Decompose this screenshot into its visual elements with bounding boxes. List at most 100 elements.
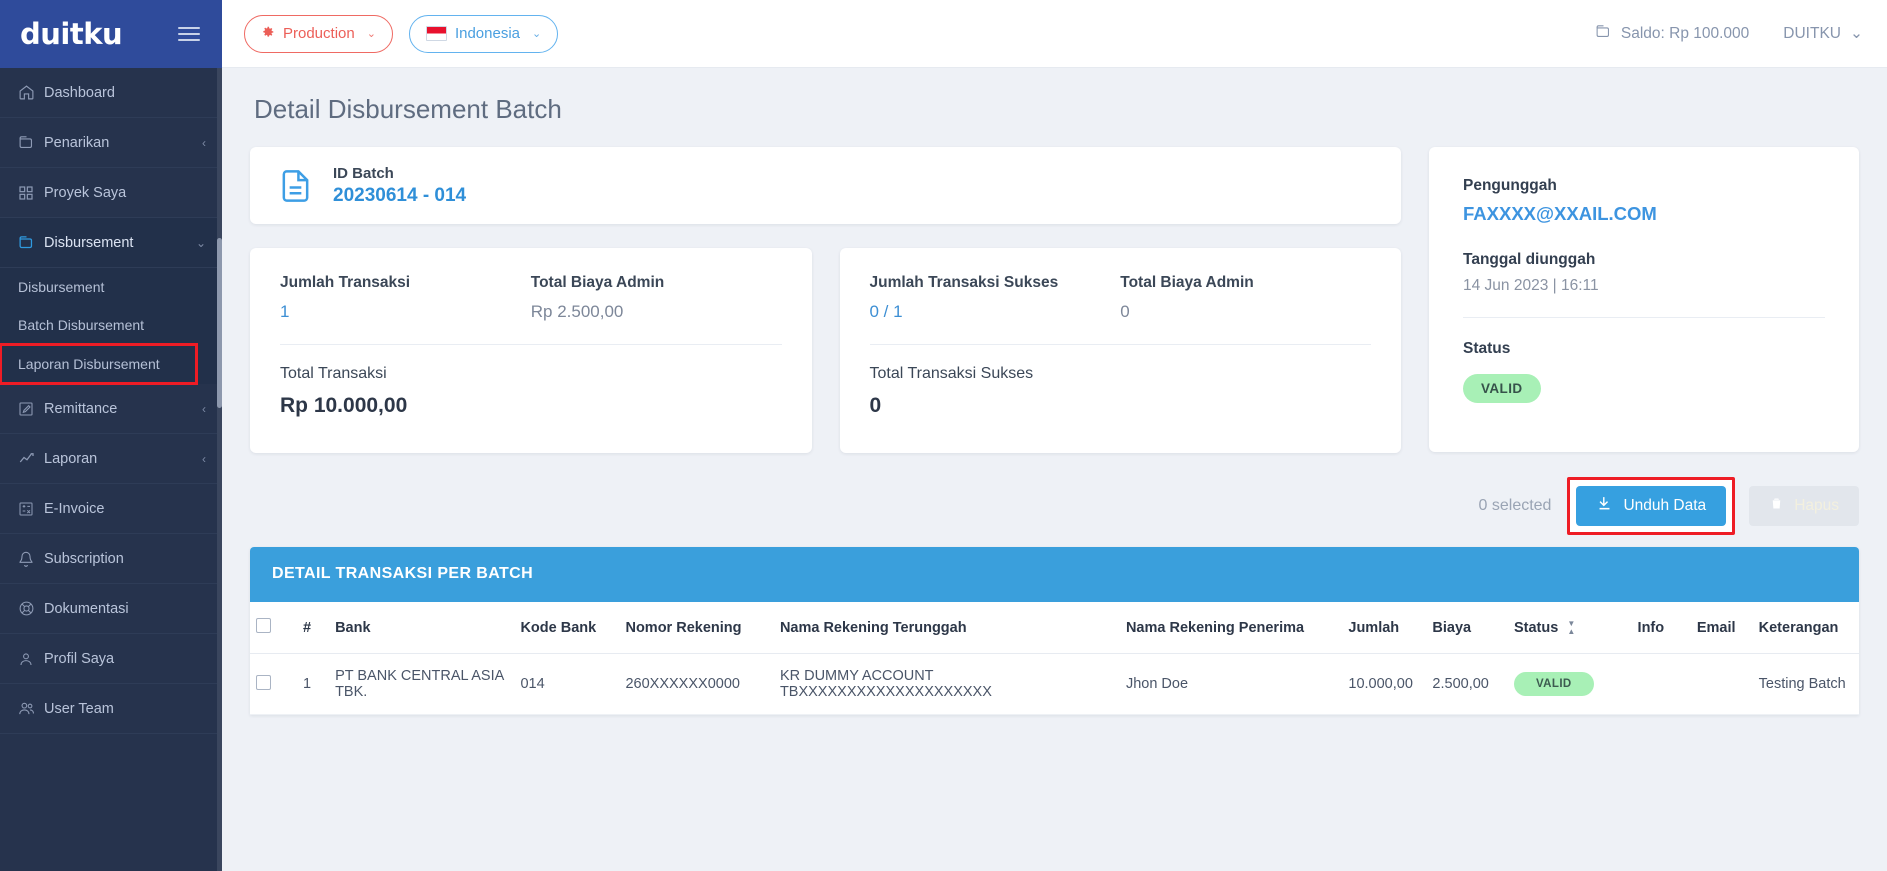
sort-icon[interactable]: ▼ ▲ bbox=[1567, 620, 1575, 636]
sidebar-item-label: Disbursement bbox=[44, 234, 134, 251]
indonesia-flag-icon bbox=[425, 26, 447, 41]
stat-total-value: Rp 10.000,00 bbox=[280, 394, 408, 417]
transactions-table: # Bank Kode Bank Nomor Rekening Nama Rek… bbox=[250, 602, 1859, 715]
id-batch-label: ID Batch bbox=[333, 164, 394, 182]
lifebuoy-icon bbox=[18, 600, 44, 617]
column-biaya[interactable]: Biaya bbox=[1426, 602, 1508, 654]
page-title: Detail Disbursement Batch bbox=[254, 94, 562, 124]
table-title: DETAIL TRANSAKSI PER BATCH bbox=[250, 547, 1859, 602]
uploader-email[interactable]: FAXXXX@XXAIL.COM bbox=[1463, 203, 1825, 225]
sidebar-submenu-disbursement: Disbursement Batch Disbursement Laporan … bbox=[0, 268, 222, 385]
column-keterangan[interactable]: Keterangan bbox=[1752, 602, 1859, 654]
uploader-label: Pengunggah bbox=[1463, 177, 1557, 194]
uploader-card: Pengunggah FAXXXX@XXAIL.COM Tanggal diun… bbox=[1429, 147, 1859, 452]
column-nama-rekening-penerima[interactable]: Nama Rekening Penerima bbox=[1119, 602, 1343, 654]
row-checkbox[interactable] bbox=[256, 674, 271, 690]
stat-card-top: Jumlah Transaksi 1 Total Biaya Admin Rp … bbox=[280, 274, 782, 322]
unduh-data-button[interactable]: Unduh Data bbox=[1576, 486, 1727, 526]
column-status-label: Status bbox=[1513, 619, 1559, 636]
grid-icon bbox=[18, 185, 44, 201]
topbar: Production ⌄ Indonesia ⌄ Saldo: Rp 100.0… bbox=[222, 0, 1887, 68]
sidebar-item-laporan[interactable]: Laporan ‹ bbox=[0, 434, 222, 484]
gear-icon bbox=[261, 25, 275, 43]
sidebar-scrollbar-thumb[interactable] bbox=[217, 238, 222, 408]
status-label: Status bbox=[1463, 340, 1511, 357]
sidebar-item-label: User Team bbox=[44, 700, 114, 717]
sidebar-item-penarikan[interactable]: Penarikan ‹ bbox=[0, 118, 222, 168]
column-status[interactable]: Status ▼ ▲ bbox=[1507, 602, 1632, 654]
chevron-down-icon: ⌄ bbox=[532, 28, 542, 40]
sidebar-item-label: Dashboard bbox=[44, 84, 115, 101]
stat-total-value: 0 bbox=[869, 394, 882, 417]
sidebar-subitem-disbursement[interactable]: Disbursement bbox=[0, 268, 222, 306]
cell-jumlah: 10.000,00 bbox=[1342, 653, 1427, 715]
line-chart-icon bbox=[18, 450, 44, 468]
column-jumlah[interactable]: Jumlah bbox=[1342, 602, 1427, 654]
upload-date-label: Tanggal diunggah bbox=[1463, 251, 1596, 268]
stat-card-transaksi-sukses: Jumlah Transaksi Sukses 0 / 1 Total Biay… bbox=[839, 248, 1401, 453]
sidebar-item-disbursement[interactable]: Disbursement ⌄ bbox=[0, 218, 222, 268]
table-header: # Bank Kode Bank Nomor Rekening Nama Rek… bbox=[250, 602, 1859, 654]
upload-date-value: 14 Jun 2023 | 16:11 bbox=[1463, 277, 1599, 294]
column-nomor-rekening[interactable]: Nomor Rekening bbox=[619, 602, 774, 654]
select-all-header bbox=[250, 602, 297, 654]
home-icon bbox=[18, 84, 44, 101]
stat-label: Total Biaya Admin bbox=[1120, 274, 1254, 291]
sidebar: duitku Dashboard Penarikan ‹ Proyek Saya… bbox=[0, 0, 222, 871]
download-icon bbox=[1596, 495, 1613, 517]
country-selector[interactable]: Indonesia ⌄ bbox=[408, 14, 559, 53]
sidebar-item-subscription[interactable]: Subscription bbox=[0, 534, 222, 584]
sidebar-item-proyek-saya[interactable]: Proyek Saya bbox=[0, 168, 222, 218]
sidebar-item-dokumentasi[interactable]: Dokumentasi bbox=[0, 584, 222, 634]
chevron-left-icon: ‹ bbox=[202, 401, 206, 416]
column-bank[interactable]: Bank bbox=[329, 602, 515, 654]
sidebar-scrollbar-track[interactable] bbox=[217, 68, 222, 871]
sidebar-item-label: Laporan bbox=[44, 450, 98, 467]
sidebar-item-label: Subscription bbox=[44, 550, 124, 567]
sidebar-item-dashboard[interactable]: Dashboard bbox=[0, 68, 222, 118]
country-label: Indonesia bbox=[454, 25, 520, 42]
summary-left-column: ID Batch 20230614 - 014 Jumlah Transaksi… bbox=[250, 147, 1401, 453]
chevron-left-icon: ‹ bbox=[202, 451, 206, 466]
stat-card-transaksi: Jumlah Transaksi 1 Total Biaya Admin Rp … bbox=[250, 248, 812, 453]
column-nama-rekening-terunggah[interactable]: Nama Rekening Terunggah bbox=[773, 602, 1120, 654]
sidebar-item-remittance[interactable]: Remittance ‹ bbox=[0, 384, 222, 434]
id-batch-text: ID Batch 20230614 - 014 bbox=[333, 165, 466, 207]
column-kode-bank[interactable]: Kode Bank bbox=[514, 602, 620, 654]
hapus-label: Hapus bbox=[1794, 497, 1839, 514]
column-index[interactable]: # bbox=[296, 602, 330, 654]
sidebar-nav: Dashboard Penarikan ‹ Proyek Saya Disbur… bbox=[0, 68, 222, 871]
stat-total-biaya-admin-sukses: Total Biaya Admin 0 bbox=[1120, 274, 1371, 322]
balance-display[interactable]: Saldo: Rp 100.000 bbox=[1595, 23, 1749, 45]
column-email[interactable]: Email bbox=[1690, 602, 1753, 654]
select-all-checkbox[interactable] bbox=[256, 618, 271, 633]
cell-nama-rekening-terunggah: KR DUMMY ACCOUNT TBXXXXXXXXXXXXXXXXXXXX bbox=[773, 653, 1120, 715]
environment-selector[interactable]: Production ⌄ bbox=[244, 14, 393, 53]
column-info[interactable]: Info bbox=[1631, 602, 1691, 654]
selected-count: 0 selected bbox=[1478, 497, 1552, 514]
wallet-icon bbox=[18, 134, 44, 151]
id-batch-card: ID Batch 20230614 - 014 bbox=[250, 147, 1401, 224]
sidebar-subitem-laporan-disbursement[interactable]: Laporan Disbursement bbox=[0, 343, 198, 385]
duitku-logo[interactable]: duitku bbox=[20, 17, 123, 51]
stat-card-top: Jumlah Transaksi Sukses 0 / 1 Total Biay… bbox=[870, 274, 1372, 322]
hapus-button[interactable]: Hapus bbox=[1749, 486, 1859, 526]
sidebar-item-label: Dokumentasi bbox=[44, 600, 129, 617]
cell-kode-bank: 014 bbox=[514, 653, 620, 715]
hamburger-menu-icon[interactable] bbox=[174, 23, 204, 45]
sidebar-item-profil-saya[interactable]: Profil Saya bbox=[0, 634, 222, 684]
sidebar-subitem-batch-disbursement[interactable]: Batch Disbursement bbox=[0, 306, 222, 344]
stats-row: Jumlah Transaksi 1 Total Biaya Admin Rp … bbox=[250, 248, 1401, 453]
sidebar-item-user-team[interactable]: User Team bbox=[0, 684, 222, 734]
sidebar-brand: duitku bbox=[0, 0, 222, 68]
stat-total-label: Total Transaksi bbox=[280, 365, 387, 382]
account-menu[interactable]: DUITKU ⌄ bbox=[1783, 24, 1863, 43]
row-select-cell bbox=[250, 653, 297, 715]
logo-text: duitku bbox=[20, 17, 123, 51]
sidebar-item-e-invoice[interactable]: E-Invoice bbox=[0, 484, 222, 534]
stat-label: Total Biaya Admin bbox=[530, 274, 665, 291]
page-content: Detail Disbursement Batch ID Batch 20230… bbox=[222, 68, 1887, 871]
balance-label: Saldo: Rp 100.000 bbox=[1620, 24, 1750, 42]
cell-index: 1 bbox=[296, 653, 330, 715]
table-row[interactable]: 1 PT BANK CENTRAL ASIA TBK. 014 260XXXXX… bbox=[250, 653, 1859, 715]
